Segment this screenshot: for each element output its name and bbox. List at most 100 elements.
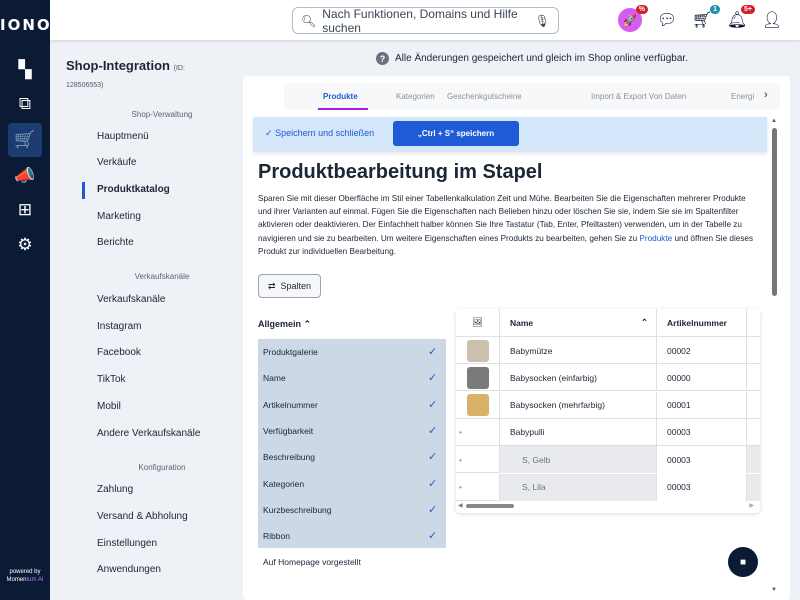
produkte-link[interactable]: Produkte bbox=[639, 234, 672, 243]
help-icon[interactable]: ? bbox=[376, 52, 389, 65]
powered-brand: Momen bbox=[6, 577, 27, 583]
scrollbar-thumb[interactable] bbox=[772, 128, 777, 296]
search-input[interactable]: 🔍︎ Nach Funktionen, Domains und Hilfe suc… bbox=[292, 6, 559, 35]
group-allgemein[interactable]: Allgemein ⌃ bbox=[258, 319, 311, 330]
nav-item[interactable]: Berichte bbox=[97, 237, 134, 248]
column-option[interactable]: Kategorien bbox=[263, 479, 304, 489]
chevron-right-icon[interactable]: › bbox=[764, 89, 768, 101]
nav-item[interactable]: Instagram bbox=[97, 321, 141, 332]
promo-icon[interactable]: 🚀% bbox=[618, 5, 648, 32]
table-row[interactable]: Babysocken (einfarbig) 00000 bbox=[456, 364, 760, 392]
nav-item[interactable]: Mobil bbox=[97, 401, 121, 412]
column-option[interactable]: Verfügbarkeit bbox=[263, 426, 313, 436]
user-icon[interactable]: 👤︎ bbox=[760, 8, 784, 32]
save-close-button[interactable]: ✓ Speichern und schließen bbox=[265, 128, 374, 139]
microphone-icon[interactable]: 🎙︎ bbox=[535, 14, 550, 28]
columns-label: Spalten bbox=[280, 281, 312, 291]
check-icon: ✓ bbox=[428, 530, 438, 543]
marketing-icon[interactable]: 📣 bbox=[8, 159, 42, 193]
next-cell[interactable] bbox=[747, 473, 760, 501]
ionos-logo[interactable]: IONOS bbox=[0, 16, 62, 34]
column-option[interactable]: Ribbon bbox=[263, 531, 290, 541]
horizontal-scrollbar-thumb[interactable] bbox=[466, 504, 514, 508]
gallery-cell[interactable]: • bbox=[456, 446, 500, 474]
nav-item[interactable]: Produktkatalog bbox=[97, 184, 170, 195]
gallery-cell[interactable] bbox=[456, 391, 500, 419]
help-chat-icon[interactable]: 💬︎ bbox=[655, 8, 679, 32]
nav-item[interactable]: Einstellungen bbox=[97, 538, 157, 549]
table-row[interactable]: • Babypulli 00003 bbox=[456, 418, 760, 446]
dashboard-icon[interactable]: ▚ bbox=[8, 53, 42, 87]
column-option[interactable]: Artikelnummer bbox=[263, 400, 318, 410]
column-option[interactable]: Kurzbeschreibung bbox=[263, 505, 332, 515]
next-cell[interactable] bbox=[747, 337, 760, 364]
nav-item[interactable]: Versand & Abholung bbox=[97, 511, 188, 522]
name-cell[interactable]: S, Gelb bbox=[500, 446, 657, 474]
tab-produkte[interactable]: Produkte bbox=[323, 92, 358, 101]
next-cell[interactable] bbox=[747, 446, 760, 474]
nav-item[interactable]: Andere Verkaufskanäle bbox=[97, 428, 200, 439]
tab-import-export[interactable]: Import & Export Von Daten bbox=[591, 92, 686, 101]
nav-item[interactable]: Zahlung bbox=[97, 484, 133, 495]
promo-badge: % bbox=[635, 5, 648, 14]
gallery-cell[interactable] bbox=[456, 337, 500, 364]
sort-asc-icon[interactable]: ⌃ bbox=[641, 317, 648, 328]
ctrl-s-save-button[interactable]: „Ctrl + S“ speichern bbox=[393, 121, 519, 146]
sku-cell[interactable]: 00000 bbox=[657, 364, 747, 392]
tab-geschenkgutscheine[interactable]: Geschenkgutscheine bbox=[447, 92, 522, 101]
column-option-homepage[interactable]: Auf Homepage vorgestellt bbox=[263, 557, 361, 567]
sku-cell[interactable]: 00003 bbox=[657, 473, 747, 501]
tab-energie[interactable]: Energi bbox=[731, 92, 754, 101]
table-row[interactable]: Babymütze 00002 bbox=[456, 337, 760, 364]
table-row[interactable]: • S, Gelb 00003 bbox=[456, 446, 760, 474]
gallery-cell[interactable] bbox=[456, 364, 500, 392]
cart-icon[interactable]: 🛒 bbox=[8, 123, 42, 157]
product-thumbnail bbox=[466, 339, 489, 362]
name-cell[interactable]: Babypulli bbox=[500, 418, 657, 446]
name-cell[interactable]: Babymütze bbox=[500, 337, 657, 364]
nav-item[interactable]: Facebook bbox=[97, 347, 141, 358]
sku-cell[interactable]: 00001 bbox=[657, 391, 747, 419]
next-cell[interactable] bbox=[747, 392, 760, 419]
columns-button[interactable]: ⇄ Spalten bbox=[258, 274, 321, 298]
name-header-label: Name bbox=[510, 317, 534, 328]
column-option[interactable]: Produktgalerie bbox=[263, 347, 318, 357]
check-icon: ✓ bbox=[428, 503, 438, 516]
settings-icon[interactable]: ⚙ bbox=[8, 228, 42, 262]
bell-icon[interactable]: 🔔︎ 5+ bbox=[725, 5, 755, 32]
search-icon: 🔍︎ bbox=[301, 13, 317, 28]
table-row[interactable]: Babysocken (mehrfarbig) 00001 bbox=[456, 391, 760, 419]
name-cell[interactable]: Babysocken (mehrfarbig) bbox=[500, 391, 657, 419]
chat-button[interactable]: ■ bbox=[728, 547, 758, 577]
nav-item[interactable]: Verkäufe bbox=[97, 157, 136, 168]
tab-underline bbox=[318, 108, 368, 110]
sku-column-header[interactable]: Artikelnummer bbox=[657, 309, 747, 336]
tab-kategorien[interactable]: Kategorien bbox=[396, 92, 435, 101]
next-cell[interactable] bbox=[747, 419, 760, 446]
name-column-header[interactable]: Name ⌃ bbox=[500, 309, 657, 336]
cart-icon[interactable]: 🛒︎ 1 bbox=[690, 5, 720, 32]
gallery-cell[interactable]: • bbox=[456, 473, 500, 501]
nav-item[interactable]: Anwendungen bbox=[97, 564, 161, 575]
nav-item[interactable]: Marketing bbox=[97, 211, 141, 222]
devices-icon[interactable]: ⧉ bbox=[8, 87, 42, 121]
notice-text: Alle Änderungen gespeichert und gleich i… bbox=[395, 53, 688, 64]
column-option[interactable]: Beschreibung bbox=[263, 452, 315, 462]
sku-cell[interactable]: 00002 bbox=[657, 337, 747, 364]
sliders-icon: ⇄ bbox=[267, 280, 276, 291]
name-cell[interactable]: Babysocken (einfarbig) bbox=[500, 364, 657, 392]
nav-item[interactable]: TikTok bbox=[97, 374, 126, 385]
next-cell[interactable] bbox=[747, 364, 760, 391]
table-row[interactable]: • S, Lila 00003 bbox=[456, 473, 760, 501]
sku-cell[interactable]: 00003 bbox=[657, 446, 747, 474]
product-thumbnail bbox=[466, 394, 489, 417]
gallery-column-header[interactable]: 🖼︎ bbox=[456, 309, 500, 336]
nav-item[interactable]: Verkaufskanäle bbox=[97, 294, 165, 305]
search-placeholder: Nach Funktionen, Domains und Hilfe suche… bbox=[322, 6, 518, 35]
add-apps-icon[interactable]: ⊞ bbox=[8, 193, 42, 227]
sku-cell[interactable]: 00003 bbox=[657, 418, 747, 446]
column-option[interactable]: Name bbox=[263, 373, 286, 383]
nav-item[interactable]: Hauptmenü bbox=[97, 131, 149, 142]
gallery-cell[interactable]: • bbox=[456, 418, 500, 446]
name-cell[interactable]: S, Lila bbox=[500, 473, 657, 501]
